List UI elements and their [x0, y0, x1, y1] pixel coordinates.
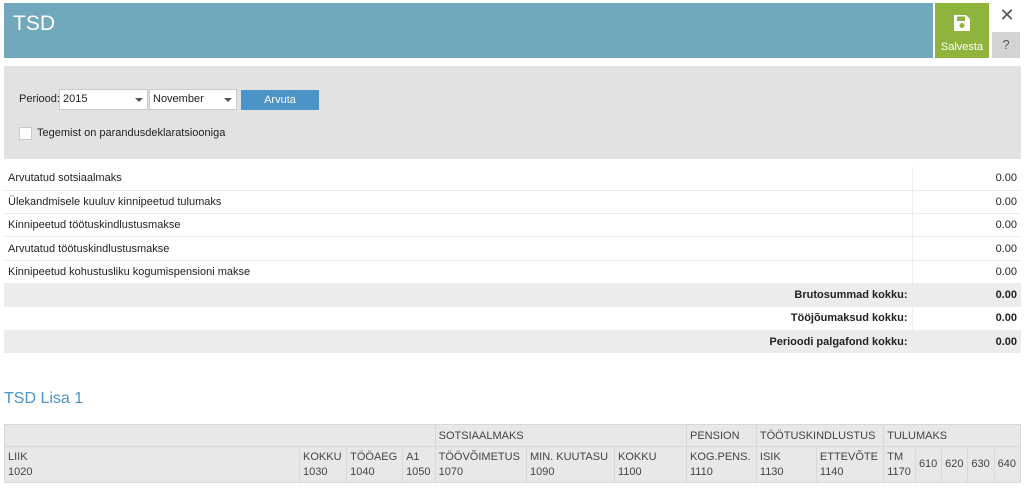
lisa-col-name: KOG.PENS. [690, 450, 751, 463]
lisa-col-tm: TM 1170 [883, 446, 916, 483]
chevron-down-icon [135, 98, 143, 102]
lisa-group-empty [4, 424, 436, 447]
lisa-col-code: 1050 [406, 465, 431, 478]
correction-checkbox[interactable] [19, 127, 32, 140]
correction-checkbox-label: Tegemist on parandusdeklaratsiooniga [37, 127, 226, 139]
lisa-col-isik: ISIK 1130 [755, 446, 817, 483]
year-select-value: 2015 [63, 93, 88, 105]
lisa-col-640: 640 [993, 446, 1022, 483]
lisa-col-name: LIIK [8, 450, 28, 463]
lisa-column-header-row: LIIK 1020 KOKKU 1030 TÖÖAEG 1040 A1 1050 TÖÖ… [4, 446, 1022, 483]
calculate-button[interactable]: Arvuta [241, 90, 319, 110]
summary-row-label: Kinnipeetud töötuskindlustusmakse [4, 213, 912, 238]
lisa-col-code: 1140 [819, 465, 844, 478]
total-row-payroll: Perioodi palgafond kokku: 0.00 [4, 330, 1021, 354]
lisa-col-name: TM [887, 450, 904, 463]
total-row-labour-tax: Tööjõumaksud kokku: 0.00 [4, 306, 1021, 331]
lisa-col-name: KOKKU [618, 450, 657, 463]
summary-table: Arvutatud sotsiaalmaks 0.00 Ülekandmisel… [4, 167, 1021, 354]
total-row-gross: Brutosummad kokku: 0.00 [4, 283, 1021, 307]
lisa-col-code: 630 [971, 458, 990, 470]
lisa-col-620: 620 [941, 446, 969, 483]
lisa-col-code: 1040 [350, 465, 375, 478]
lisa-col-min-kuutasu: MIN. KUUTASU 1090 [526, 446, 615, 483]
lisa-col-tooaeg: TÖÖAEG 1040 [346, 446, 404, 483]
summary-row: Arvutatud töötuskindlustusmakse 0.00 [4, 236, 1021, 261]
lisa-group-tulumaks: TULUMAKS [883, 424, 1021, 447]
lisa-group-sotsiaalmaks: SOTSIAALMAKS [434, 424, 688, 447]
lisa-col-name: ISIK [759, 450, 781, 463]
lisa-col-code: 1170 [887, 465, 911, 478]
close-icon[interactable]: ✕ [997, 5, 1017, 25]
lisa-col-name: MIN. KUUTASU [530, 450, 609, 463]
summary-row: Ülekandmisele kuuluv kinnipeetud tulumak… [4, 190, 1021, 215]
chevron-down-icon [224, 98, 232, 102]
lisa-col-ettevote: ETTEVÕTE 1140 [815, 446, 885, 483]
total-value: 0.00 [911, 330, 1021, 354]
summary-row: Kinnipeetud kohustusliku kogumispensioni… [4, 260, 1021, 284]
summary-row-label: Ülekandmisele kuuluv kinnipeetud tulumak… [4, 190, 912, 215]
lisa-col-code: 1130 [759, 465, 784, 478]
lisa-col-code: 640 [997, 458, 1016, 470]
lisa-col-code: 1110 [690, 465, 713, 478]
summary-row-label: Arvutatud töötuskindlustusmakse [4, 236, 912, 261]
save-button[interactable]: Salvesta [935, 3, 989, 58]
lisa-col-a1: A1 1050 [402, 446, 436, 483]
year-select[interactable]: 2015 [59, 89, 148, 110]
lisa-col-name: TÖÖVÕIMETUS [438, 450, 520, 463]
lisa-col-code: 610 [918, 458, 938, 470]
summary-row-value: 0.00 [911, 260, 1021, 284]
lisa-col-code: 1030 [303, 465, 328, 478]
total-value: 0.00 [911, 283, 1021, 307]
save-button-label: Salvesta [940, 41, 984, 53]
summary-row: Kinnipeetud töötuskindlustusmakse 0.00 [4, 213, 1021, 238]
summary-row: Arvutatud sotsiaalmaks 0.00 [4, 167, 1021, 191]
summary-row-value: 0.00 [911, 213, 1021, 238]
lisa-col-code: 1020 [8, 465, 33, 478]
lisa-group-tootuskindlustus: TÖÖTUSKINDLUSTUS [755, 424, 885, 447]
filter-panel: Periood: 2015 November Arvuta Tegemist o… [4, 66, 1021, 159]
summary-row-label: Kinnipeetud kohustusliku kogumispensioni… [4, 260, 912, 284]
help-button[interactable]: ? [992, 32, 1020, 58]
lisa-col-630: 630 [967, 446, 995, 483]
lisa-col-name: A1 [406, 450, 420, 463]
lisa-section-title: TSD Lisa 1 [4, 390, 84, 407]
lisa-col-liik: LIIK 1020 [4, 446, 300, 483]
lisa-col-kog-pens: KOG.PENS. 1110 [686, 446, 757, 483]
month-select[interactable]: November [149, 89, 237, 110]
month-select-value: November [153, 93, 204, 105]
summary-row-value: 0.00 [911, 236, 1021, 261]
period-label: Periood: [19, 93, 60, 105]
page-title: TSD [13, 12, 55, 35]
lisa-col-name: KOKKU [303, 450, 342, 463]
total-label: Tööjõumaksud kokku: [790, 312, 908, 325]
lisa-col-code: 1090 [530, 465, 555, 478]
summary-row-label: Arvutatud sotsiaalmaks [4, 167, 912, 191]
lisa-col-name: ETTEVÕTE [819, 450, 878, 463]
lisa-table: SOTSIAALMAKS PENSION TÖÖTUSKINDLUSTUS TU… [4, 424, 1022, 483]
lisa-col-kokku-1030: KOKKU 1030 [298, 446, 348, 483]
summary-row-value: 0.00 [911, 190, 1021, 215]
lisa-group-header-row: SOTSIAALMAKS PENSION TÖÖTUSKINDLUSTUS TU… [4, 424, 1021, 447]
total-label: Brutosummad kokku: [4, 283, 912, 307]
lisa-col-name: TÖÖAEG [350, 450, 398, 463]
total-label: Perioodi palgafond kokku: [4, 330, 912, 354]
total-value: 0.00 [911, 306, 1021, 331]
header-bar: TSD [4, 3, 933, 58]
lisa-col-code: 620 [945, 458, 964, 470]
floppy-disk-icon [954, 15, 970, 31]
lisa-col-code: 1100 [618, 465, 642, 478]
lisa-col-kokku-1100: KOKKU 1100 [614, 446, 687, 483]
lisa-col-610: 610 [914, 446, 943, 483]
lisa-col-toovoimetus: TÖÖVÕIMETUS 1070 [434, 446, 528, 483]
lisa-col-code: 1070 [438, 465, 464, 478]
summary-row-value: 0.00 [911, 167, 1021, 191]
lisa-group-pension: PENSION [686, 424, 757, 447]
